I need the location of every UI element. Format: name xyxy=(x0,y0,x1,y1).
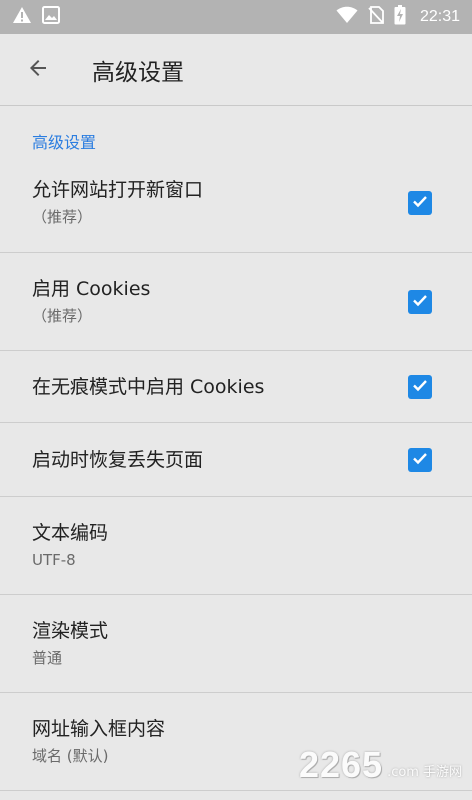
setting-title: 允许网站打开新窗口 xyxy=(32,179,204,201)
settings-list: 高级设置 允许网站打开新窗口 （推荐） 启用 Cookies （推荐） 在无痕模… xyxy=(0,107,472,791)
setting-title: 文本编码 xyxy=(32,522,109,544)
checkbox-enable-cookies[interactable] xyxy=(408,289,432,314)
image-icon xyxy=(42,6,60,28)
setting-render-mode[interactable]: 渲染模式 普通 xyxy=(0,595,472,693)
app-bar: 高级设置 xyxy=(0,34,472,106)
setting-subtitle: （推荐） xyxy=(32,208,93,226)
setting-subtitle: （推荐） xyxy=(32,307,93,325)
setting-title: 网址输入框内容 xyxy=(32,718,166,740)
status-bar: 22:31 xyxy=(0,0,472,34)
back-button[interactable] xyxy=(14,46,62,94)
setting-subtitle: UTF-8 xyxy=(32,551,76,569)
setting-title: 在无痕模式中启用 Cookies xyxy=(32,375,265,398)
warning-icon xyxy=(12,6,32,28)
wifi-icon xyxy=(336,6,358,28)
setting-title: 渲染模式 xyxy=(32,620,109,642)
setting-incognito-cookies[interactable]: 在无痕模式中启用 Cookies xyxy=(0,351,472,423)
page-title: 高级设置 xyxy=(92,59,184,86)
arrow-back-icon xyxy=(26,56,50,84)
checkbox-allow-new-window[interactable] xyxy=(408,190,432,215)
watermark-brand: 2265 xyxy=(298,744,384,785)
setting-title: 启动时恢复丢失页面 xyxy=(32,448,204,471)
check-icon xyxy=(411,192,429,214)
watermark-suffix: .com xyxy=(387,765,419,780)
setting-title: 启用 Cookies xyxy=(32,278,151,300)
checkbox-restore-tabs[interactable] xyxy=(408,447,432,472)
setting-subtitle: 普通 xyxy=(32,649,63,667)
status-time: 22:31 xyxy=(419,8,460,25)
checkbox-incognito-cookies[interactable] xyxy=(408,374,432,399)
watermark-tag: 手游网 xyxy=(422,765,462,780)
setting-text-encoding[interactable]: 文本编码 UTF-8 xyxy=(0,497,472,595)
check-icon xyxy=(411,376,429,398)
section-header: 高级设置 xyxy=(32,133,97,152)
check-icon xyxy=(411,449,429,471)
no-sim-icon xyxy=(368,6,384,28)
setting-enable-cookies[interactable]: 启用 Cookies （推荐） xyxy=(0,253,472,351)
setting-allow-new-window[interactable]: 允许网站打开新窗口 （推荐） xyxy=(0,153,472,253)
watermark: 2265 .com 手游网 xyxy=(299,744,462,786)
check-icon xyxy=(411,291,429,313)
battery-charging-icon xyxy=(394,5,406,29)
setting-restore-tabs[interactable]: 启动时恢复丢失页面 xyxy=(0,423,472,497)
